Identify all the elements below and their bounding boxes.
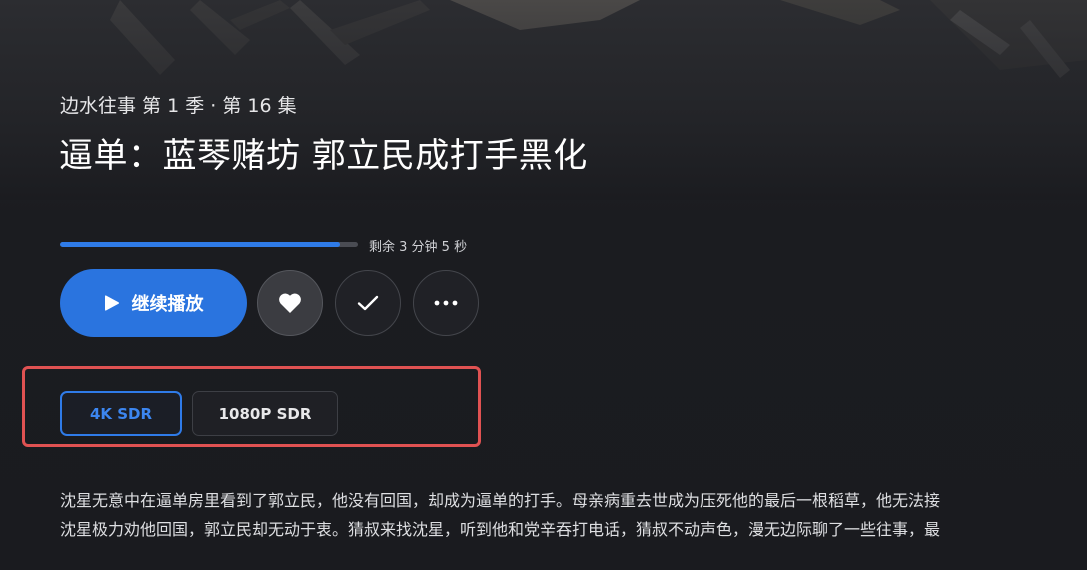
quality-option-4k-sdr[interactable]: 4K SDR bbox=[60, 391, 182, 436]
heart-icon bbox=[277, 291, 303, 315]
series-episode-label: 边水往事 第 1 季 · 第 16 集 bbox=[60, 95, 297, 117]
episode-description: 沈星无意中在逼单房里看到了郭立民，他没有回国，却成为逼单的打手。母亲病重去世成为… bbox=[60, 486, 1087, 544]
continue-play-button[interactable]: 继续播放 bbox=[60, 269, 247, 337]
play-icon bbox=[104, 294, 120, 312]
favorite-button[interactable] bbox=[257, 270, 323, 336]
quality-option-1080p-sdr[interactable]: 1080P SDR bbox=[192, 391, 338, 436]
mark-watched-button[interactable] bbox=[335, 270, 401, 336]
description-line-1: 沈星无意中在逼单房里看到了郭立民，他没有回国，却成为逼单的打手。母亲病重去世成为… bbox=[60, 491, 941, 510]
episode-detail-page: 边水往事 第 1 季 · 第 16 集 逼单：蓝琴赌坊 郭立民成打手黑化 剩余 … bbox=[0, 0, 1087, 570]
episode-title: 逼单：蓝琴赌坊 郭立民成打手黑化 bbox=[59, 136, 588, 176]
playback-progress-fill bbox=[60, 242, 341, 247]
check-icon bbox=[357, 294, 379, 312]
description-line-2: 沈星极力劝他回国，郭立民却无动于衷。猜叔来找沈星，听到他和党辛吞打电话，猜叔不动… bbox=[60, 520, 941, 539]
more-options-button[interactable] bbox=[413, 270, 479, 336]
continue-play-label: 继续播放 bbox=[131, 294, 204, 315]
playback-progress-bar[interactable] bbox=[60, 242, 358, 247]
more-icon bbox=[434, 300, 458, 306]
remaining-time: 剩余 3 分钟 5 秒 bbox=[369, 240, 468, 255]
